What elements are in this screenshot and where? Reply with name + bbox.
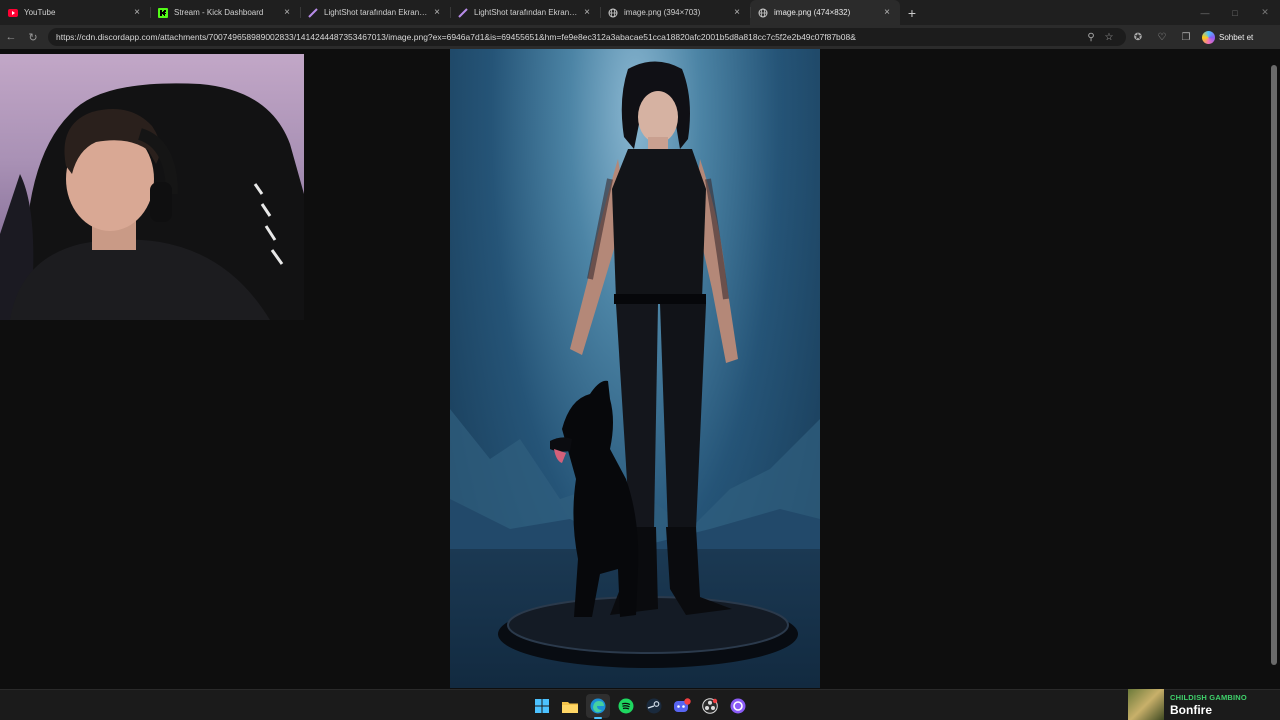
tab-title: YouTube	[24, 8, 56, 17]
tab-title: image.png (394×703)	[624, 8, 701, 17]
now-playing-song: Bonfire	[1170, 702, 1212, 717]
close-tab-icon[interactable]: ×	[132, 7, 142, 18]
tab-title: Stream - Kick Dashboard	[174, 8, 264, 17]
character-render	[498, 61, 798, 668]
address-bar[interactable]: https://cdn.discordapp.com/attachments/7…	[48, 28, 1126, 46]
close-tab-icon[interactable]: ×	[282, 7, 292, 18]
vertical-scrollbar[interactable]	[1271, 55, 1277, 665]
tab-title: LightShot tarafından Ekran Görün	[474, 8, 578, 17]
tab-youtube[interactable]: YouTube ×	[0, 0, 150, 25]
windows-taskbar	[0, 689, 1280, 720]
favorite-star-icon[interactable]: ☆	[1100, 32, 1118, 43]
edge-browser-icon[interactable]	[586, 694, 610, 719]
globe-icon	[758, 8, 768, 18]
now-playing-widget[interactable]: CHILDISH GAMBINO Bonfire	[1128, 689, 1280, 720]
favorites-icon[interactable]: ♡	[1150, 26, 1174, 48]
minimize-icon[interactable]: —	[1190, 0, 1220, 25]
close-window-icon[interactable]: ✕	[1250, 0, 1280, 25]
close-tab-icon[interactable]: ×	[732, 7, 742, 18]
taskbar-apps	[530, 694, 750, 719]
album-art	[1128, 689, 1164, 720]
window-controls: — □ ✕	[1190, 0, 1280, 25]
lightshot-icon	[458, 7, 468, 18]
tab-lightshot-2[interactable]: LightShot tarafından Ekran Görün ×	[450, 0, 600, 25]
tab-title: image.png (474×832)	[774, 8, 851, 17]
kick-icon	[158, 7, 168, 18]
displayed-image[interactable]	[450, 49, 820, 688]
new-tab-button[interactable]: +	[900, 0, 924, 25]
steam-icon[interactable]	[642, 694, 666, 718]
extensions-icon[interactable]: ✪	[1126, 26, 1150, 48]
copilot-icon	[1202, 30, 1215, 44]
obs-icon[interactable]	[698, 694, 722, 718]
tab-kick-dashboard[interactable]: Stream - Kick Dashboard ×	[150, 0, 300, 25]
twitch-icon[interactable]	[726, 694, 750, 718]
lightshot-icon	[308, 7, 318, 18]
back-arrow-icon[interactable]: ←	[0, 26, 22, 48]
close-tab-icon[interactable]: ×	[432, 7, 442, 18]
tab-lightshot-1[interactable]: LightShot tarafından Ekran Görün ×	[300, 0, 450, 25]
tab-image-png-active[interactable]: image.png (474×832) ×	[750, 0, 900, 25]
now-playing-artist: CHILDISH GAMBINO	[1170, 692, 1247, 702]
webcam-feed	[0, 83, 304, 320]
zoom-icon[interactable]: ⚲	[1082, 32, 1100, 43]
browser-toolbar: ← ↻ https://cdn.discordapp.com/attachmen…	[0, 25, 1280, 49]
close-tab-icon[interactable]: ×	[582, 7, 592, 18]
close-tab-icon[interactable]: ×	[882, 7, 892, 18]
tab-title: LightShot tarafından Ekran Görün	[324, 8, 428, 17]
tab-image-png-1[interactable]: image.png (394×703) ×	[600, 0, 750, 25]
windows-start-icon[interactable]	[530, 694, 554, 718]
spotify-icon[interactable]	[614, 694, 638, 718]
file-explorer-icon[interactable]	[558, 694, 582, 718]
address-text[interactable]: https://cdn.discordapp.com/attachments/7…	[56, 32, 1082, 42]
tab-strip: YouTube × Stream - Kick Dashboard × Ligh…	[0, 0, 1280, 25]
scrollbar-thumb[interactable]	[1271, 65, 1277, 665]
discord-icon[interactable]	[670, 694, 694, 718]
copilot-chat-button[interactable]: Sohbet et	[1202, 30, 1254, 44]
refresh-icon[interactable]: ↻	[22, 26, 44, 48]
globe-icon	[608, 8, 618, 18]
copilot-label: Sohbet et	[1219, 32, 1254, 42]
youtube-icon	[8, 8, 18, 18]
webcam-overlay	[0, 54, 304, 320]
collections-icon[interactable]: ❐	[1174, 26, 1198, 48]
maximize-icon[interactable]: □	[1220, 0, 1250, 25]
